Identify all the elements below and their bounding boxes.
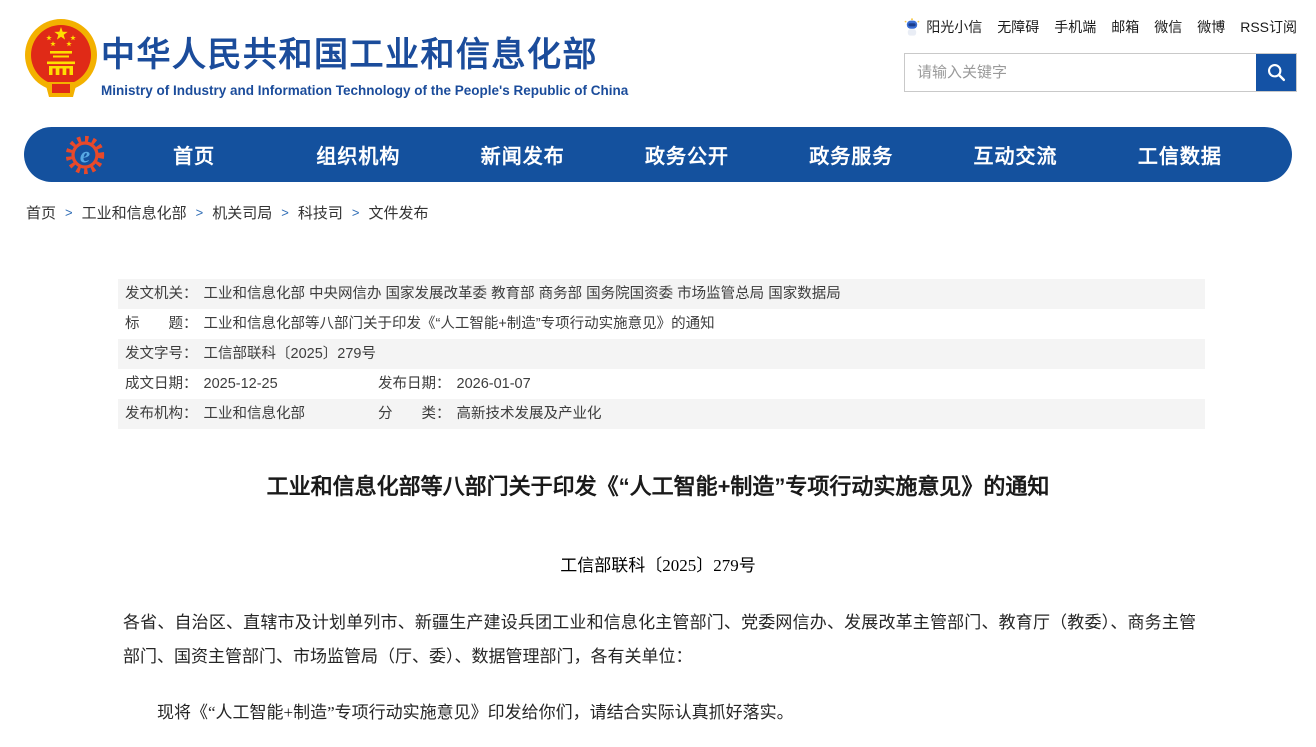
document-title: 工业和信息化部等八部门关于印发《“人工智能+制造”专项行动实施意见》的通知 xyxy=(0,469,1316,501)
meta-label: 发文机关： xyxy=(125,279,198,309)
top-link-label: 邮箱 xyxy=(1111,17,1139,37)
search-bar xyxy=(904,53,1297,92)
top-link-mail[interactable]: 邮箱 xyxy=(1111,17,1139,37)
top-link-label: RSS订阅 xyxy=(1240,17,1297,37)
breadcrumb-separator: > xyxy=(65,205,73,220)
mascot-robot-icon xyxy=(902,17,922,37)
top-link-mascot[interactable]: 阳光小信 xyxy=(902,17,982,37)
search-button[interactable] xyxy=(1256,54,1296,91)
breadcrumb-item-science-tech[interactable]: 科技司 xyxy=(298,202,343,223)
breadcrumb-item-departments[interactable]: 机关司局 xyxy=(212,202,272,223)
top-link-weibo[interactable]: 微博 xyxy=(1197,17,1225,37)
top-link-mobile[interactable]: 手机端 xyxy=(1054,17,1096,37)
nav-item-gov-services[interactable]: 政务服务 xyxy=(769,140,933,169)
breadcrumb-item-miit[interactable]: 工业和信息化部 xyxy=(82,202,187,223)
breadcrumb-item-home[interactable]: 首页 xyxy=(26,202,56,223)
paragraph-main: 现将《“人工智能+制造”专项行动实施意见》印发给你们，请结合实际认真抓好落实。 xyxy=(123,696,1196,730)
national-emblem-icon xyxy=(24,16,98,102)
svg-text:e: e xyxy=(80,142,90,167)
document-body: 各省、自治区、直辖市及计划单列市、新疆生产建设兵团工业和信息化主管部门、党委网信… xyxy=(123,606,1196,730)
top-link-label: 手机端 xyxy=(1054,17,1096,37)
nav-items: 首页 组织机构 新闻发布 政务公开 政务服务 互动交流 工信数据 xyxy=(112,140,1262,169)
meta-label: 标 题： xyxy=(125,309,198,339)
site-header: 中华人民共和国工业和信息化部 Ministry of Industry and … xyxy=(0,0,1316,118)
top-link-label: 无障碍 xyxy=(997,17,1039,37)
top-link-rss[interactable]: RSS订阅 xyxy=(1240,17,1297,37)
meta-value: 高新技术发展及产业化 xyxy=(457,399,602,429)
meta-value: 工信部联科〔2025〕279号 xyxy=(204,339,376,369)
breadcrumb-separator: > xyxy=(196,205,204,220)
nav-item-interaction[interactable]: 互动交流 xyxy=(933,140,1097,169)
meta-label: 分 类： xyxy=(378,399,451,429)
national-emblem-logo[interactable] xyxy=(24,16,98,102)
meta-row-issuing-authority: 发文机关： 工业和信息化部 中央网信办 国家发展改革委 教育部 商务部 国务院国… xyxy=(118,279,1205,309)
site-subtitle: Ministry of Industry and Information Tec… xyxy=(101,83,628,98)
header-right: 阳光小信 无障碍 手机端 邮箱 微信 微博 RSS订阅 xyxy=(904,17,1297,92)
nav-item-gov-disclosure[interactable]: 政务公开 xyxy=(605,140,769,169)
search-input[interactable] xyxy=(905,54,1256,91)
nav-item-home[interactable]: 首页 xyxy=(112,140,276,169)
meta-row-publisher-category: 发布机构： 工业和信息化部 分 类： 高新技术发展及产业化 xyxy=(118,399,1205,429)
meta-row-doc-number: 发文字号： 工信部联科〔2025〕279号 xyxy=(118,339,1205,369)
nav-item-news[interactable]: 新闻发布 xyxy=(441,140,605,169)
meta-value: 工业和信息化部 xyxy=(204,399,306,429)
nav-item-miit-data[interactable]: 工信数据 xyxy=(1098,140,1262,169)
paragraph-salutation: 各省、自治区、直辖市及计划单列市、新疆生产建设兵团工业和信息化主管部门、党委网信… xyxy=(123,606,1196,674)
meta-label: 发布机构： xyxy=(125,399,198,429)
main-nav: e 首页 组织机构 新闻发布 政务公开 政务服务 互动交流 工信数据 xyxy=(24,127,1292,182)
top-link-label: 阳光小信 xyxy=(926,17,982,37)
meta-value: 工业和信息化部 中央网信办 国家发展改革委 教育部 商务部 国务院国资委 市场监… xyxy=(204,279,841,309)
meta-label: 发布日期： xyxy=(378,369,451,399)
meta-row-title: 标 题： 工业和信息化部等八部门关于印发《“人工智能+制造”专项行动实施意见》的… xyxy=(118,309,1205,339)
breadcrumb-item-document-release: 文件发布 xyxy=(368,202,428,223)
meta-value: 2025-12-25 xyxy=(204,369,278,399)
document-number: 工信部联科〔2025〕279号 xyxy=(0,551,1316,576)
site-brand[interactable]: 中华人民共和国工业和信息化部 Ministry of Industry and … xyxy=(101,27,628,98)
top-link-label: 微博 xyxy=(1197,17,1225,37)
search-icon xyxy=(1266,62,1287,83)
site-title: 中华人民共和国工业和信息化部 xyxy=(101,27,628,76)
breadcrumb-separator: > xyxy=(281,205,289,220)
top-link-label: 微信 xyxy=(1154,17,1182,37)
breadcrumb: 首页 > 工业和信息化部 > 机关司局 > 科技司 > 文件发布 xyxy=(26,202,1316,223)
nav-item-organization[interactable]: 组织机构 xyxy=(276,140,440,169)
document-meta-table: 发文机关： 工业和信息化部 中央网信办 国家发展改革委 教育部 商务部 国务院国… xyxy=(118,279,1205,429)
top-links: 阳光小信 无障碍 手机端 邮箱 微信 微博 RSS订阅 xyxy=(904,17,1297,37)
meta-label: 发文字号： xyxy=(125,339,198,369)
miit-gear-logo-icon: e xyxy=(62,132,108,178)
meta-label: 成文日期： xyxy=(125,369,198,399)
meta-row-dates: 成文日期： 2025-12-25 发布日期： 2026-01-07 xyxy=(118,369,1205,399)
breadcrumb-separator: > xyxy=(352,205,360,220)
meta-value: 工业和信息化部等八部门关于印发《“人工智能+制造”专项行动实施意见》的通知 xyxy=(204,309,715,339)
meta-value: 2026-01-07 xyxy=(457,369,531,399)
top-link-accessibility[interactable]: 无障碍 xyxy=(997,17,1039,37)
top-link-wechat[interactable]: 微信 xyxy=(1154,17,1182,37)
